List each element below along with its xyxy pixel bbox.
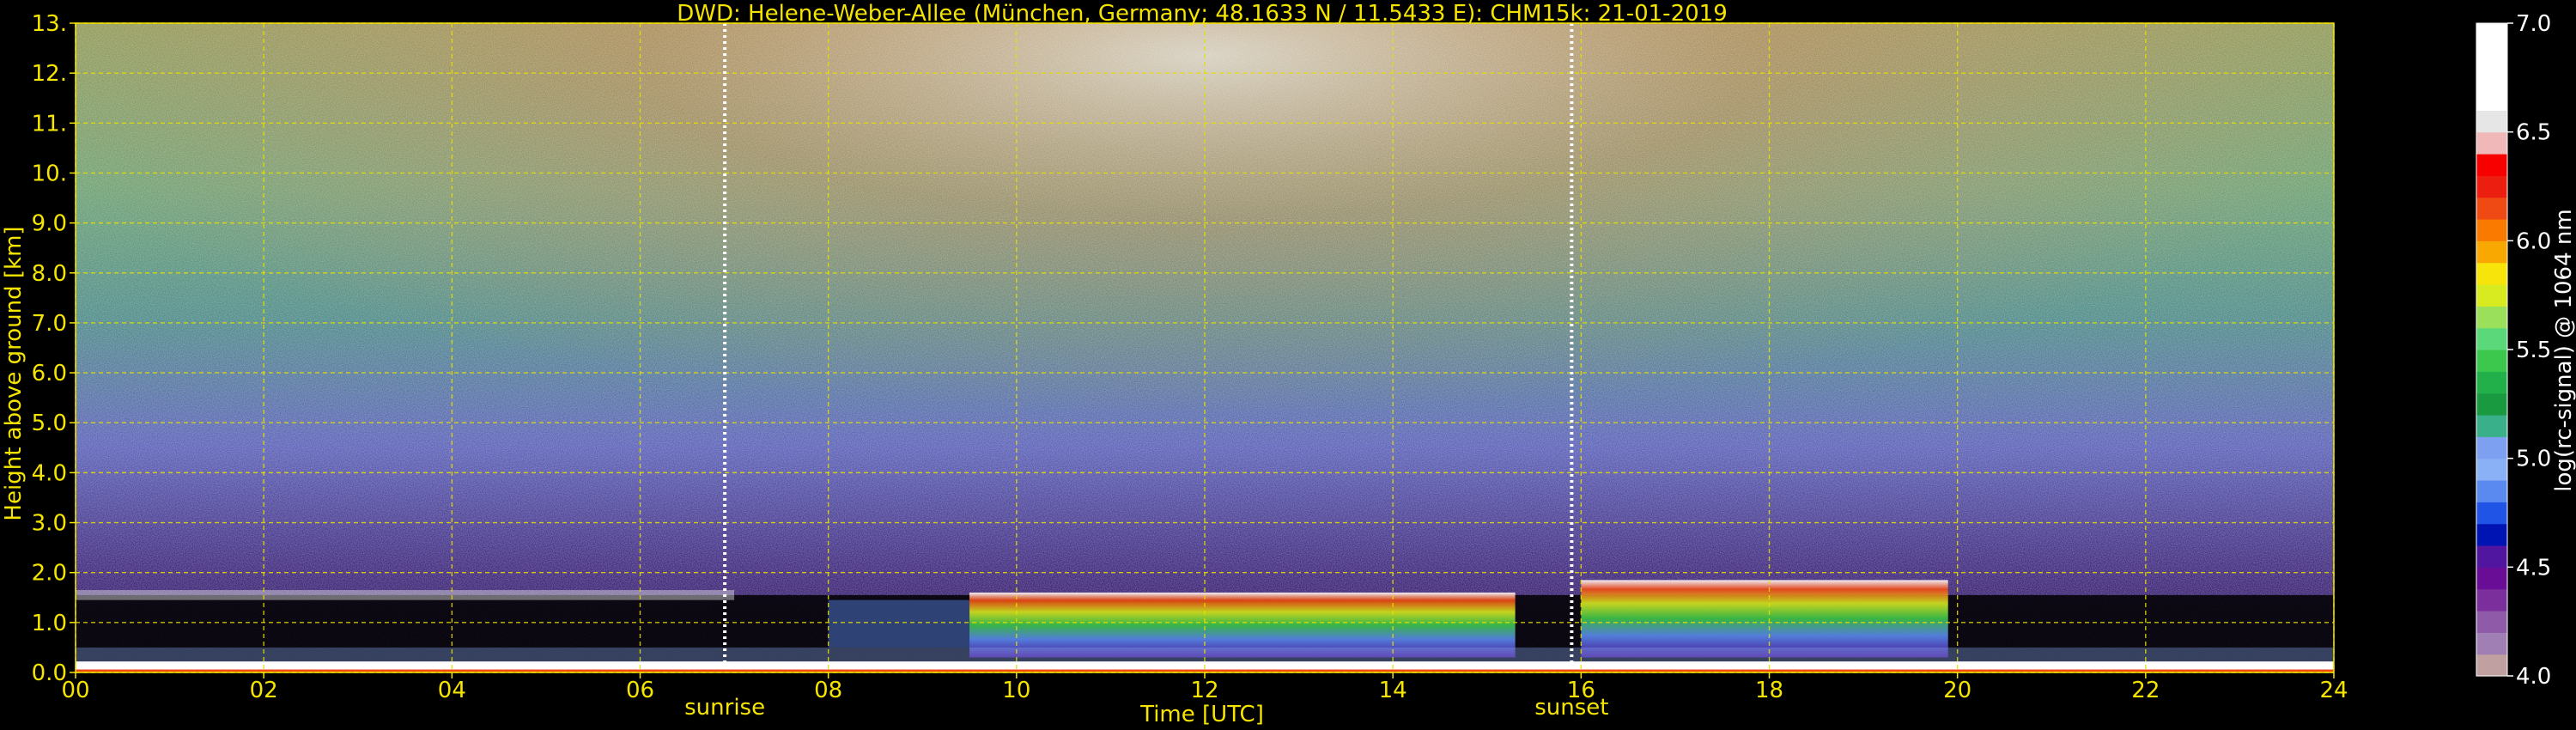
x-tick-label: 02 — [250, 678, 278, 703]
colorbar-segment — [2476, 480, 2507, 502]
colorbar-tick-label: 5.0 — [2516, 447, 2551, 472]
y-tick-label: 8.0 — [32, 261, 67, 287]
y-tick-label: 7.0 — [32, 311, 67, 337]
x-tick-label: 18 — [1755, 678, 1783, 703]
colorbar-tick-label: 5.5 — [2516, 338, 2551, 363]
colorbar-segment — [2476, 45, 2507, 68]
colorbar-segment — [2476, 502, 2507, 525]
y-axis-label: Height above ground [km] — [1, 226, 27, 520]
x-axis-ticks: 00 02 04 06 08 10 12 14 16 18 20 22 24 — [61, 672, 2348, 703]
x-tick-label: 12 — [1190, 678, 1218, 703]
colorbar-segment — [2476, 545, 2507, 568]
colorbar-tick-label: 6.5 — [2516, 120, 2551, 146]
colorbar-segment — [2476, 66, 2507, 89]
x-axis-label: Time [UTC] — [1139, 702, 1264, 727]
y-tick-label: 9.0 — [32, 211, 67, 237]
colorbar-segment — [2476, 262, 2507, 285]
y-tick-label: 10. — [32, 161, 67, 186]
colorbar-ticks: 4.0 4.5 5.0 5.5 6.0 6.5 7.0 — [2507, 11, 2551, 690]
colorbar-segment — [2476, 240, 2507, 264]
colorbar-segment — [2476, 306, 2507, 329]
x-tick-label: 16 — [1567, 678, 1595, 703]
colorbar-segment — [2476, 654, 2507, 677]
colorbar-segment — [2476, 436, 2507, 459]
colorbar-tick-label: 4.0 — [2516, 664, 2551, 690]
colorbar-segment — [2476, 284, 2507, 307]
colorbar-segment — [2476, 88, 2507, 111]
x-tick-label: 20 — [1943, 678, 1971, 703]
colorbar-segment — [2476, 110, 2507, 133]
lidar-chart: sunrise sunset 00 02 04 06 08 10 12 14 16 18 20 22 24… — [1, 1, 2576, 727]
y-axis-ticks: 0.0 1.0 2.0 3.0 4.0 5.0 6.0 7.0 8.0 9.0 10. 11. 12. 1… — [32, 11, 76, 686]
colorbar-label: log(rc-signal) @ 1064 nm — [2551, 209, 2576, 491]
colorbar-segment — [2476, 371, 2507, 394]
sun-marker-label: sunrise — [684, 695, 765, 721]
colorbar-segment — [2476, 23, 2507, 46]
colorbar-segment — [2476, 154, 2507, 176]
colorbar-segment — [2476, 415, 2507, 437]
x-tick-label: 06 — [626, 678, 654, 703]
residual-layer — [76, 590, 735, 600]
colorbar-segment — [2476, 458, 2507, 481]
y-tick-label: 0.0 — [32, 660, 67, 686]
y-tick-label: 12. — [32, 61, 67, 87]
y-tick-label: 5.0 — [32, 411, 67, 436]
x-tick-label: 10 — [1002, 678, 1030, 703]
y-tick-label: 4.0 — [32, 460, 67, 486]
chart-title: DWD: Helene-Weber-Allee (München, German… — [677, 1, 1728, 27]
y-tick-label: 1.0 — [32, 611, 67, 636]
colorbar-segment — [2476, 392, 2507, 416]
x-tick-label: 04 — [438, 678, 466, 703]
colorbar — [2476, 22, 2508, 677]
x-tick-label: 22 — [2131, 678, 2160, 703]
colorbar-segment — [2476, 611, 2507, 633]
colorbar-segment — [2476, 523, 2507, 546]
y-tick-label: 6.0 — [32, 361, 67, 386]
cloud-layer-morning — [828, 599, 970, 648]
x-tick-label: 08 — [814, 678, 842, 703]
cloud-layer-evening — [1581, 580, 1948, 658]
colorbar-segment — [2476, 219, 2507, 241]
colorbar-segment — [2476, 632, 2507, 655]
colorbar-segment — [2476, 197, 2507, 220]
colorbar-segment — [2476, 327, 2507, 350]
colorbar-tick-label: 7.0 — [2516, 11, 2551, 37]
colorbar-segment — [2476, 350, 2507, 372]
colorbar-tick-label: 6.0 — [2516, 228, 2551, 254]
y-tick-label: 13. — [32, 11, 67, 37]
colorbar-segment — [2476, 175, 2507, 198]
y-tick-label: 11. — [32, 111, 67, 137]
colorbar-segment — [2476, 588, 2507, 611]
colorbar-tick-label: 4.5 — [2516, 555, 2551, 581]
x-tick-label: 14 — [1379, 678, 1407, 703]
colorbar-segment — [2476, 131, 2507, 155]
y-tick-label: 3.0 — [32, 511, 67, 537]
x-tick-label: 24 — [2319, 678, 2348, 703]
y-tick-label: 2.0 — [32, 561, 67, 587]
colorbar-segment — [2476, 567, 2507, 590]
